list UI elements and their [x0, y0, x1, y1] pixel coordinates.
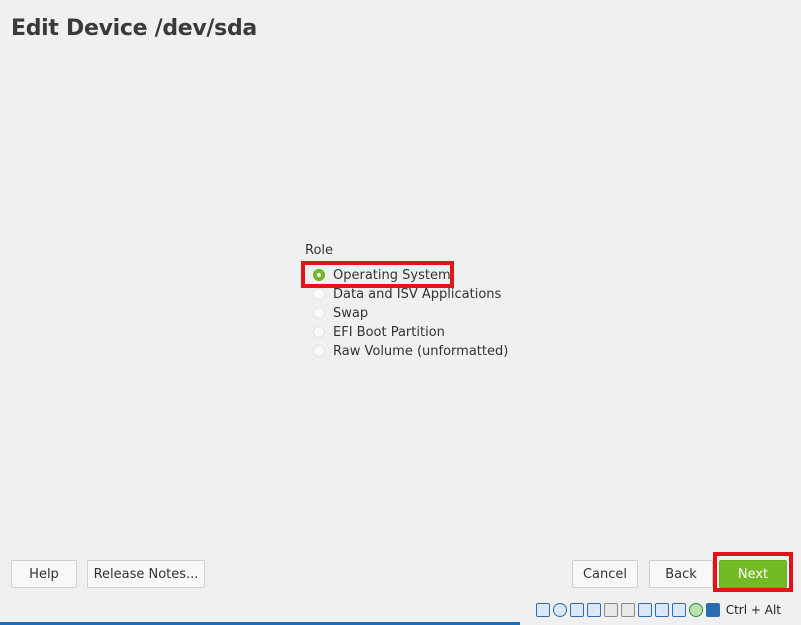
radio-label: Swap — [333, 305, 369, 321]
radio-label: Operating System — [333, 267, 451, 283]
optical-disk-icon[interactable] — [552, 603, 567, 617]
role-label: Role — [305, 243, 334, 258]
display-icon[interactable] — [637, 603, 652, 617]
radio-efi-boot-partition[interactable]: EFI Boot Partition — [313, 323, 445, 341]
radio-data-isv-applications[interactable]: Data and ISV Applications — [313, 285, 501, 303]
radio-button[interactable] — [313, 307, 325, 319]
mouse-integration-icon[interactable] — [688, 603, 703, 617]
shared-folder-icon[interactable] — [620, 603, 635, 617]
radio-button[interactable] — [313, 288, 325, 300]
vm-status-bar: Ctrl + Alt — [0, 600, 801, 625]
download-icon[interactable] — [705, 603, 720, 617]
usb-icon[interactable] — [603, 603, 618, 617]
cancel-button[interactable]: Cancel — [572, 560, 638, 588]
virtualization-icon[interactable] — [671, 603, 686, 617]
radio-label: Data and ISV Applications — [333, 286, 502, 302]
video-capture-icon[interactable] — [654, 603, 669, 617]
hard-disk-icon[interactable] — [535, 603, 550, 617]
radio-swap[interactable]: Swap — [313, 304, 368, 322]
radio-label: EFI Boot Partition — [333, 324, 445, 340]
help-button[interactable]: Help — [11, 560, 77, 588]
host-key-label: Ctrl + Alt — [725, 603, 781, 617]
release-notes-button[interactable]: Release Notes... — [87, 560, 205, 588]
radio-button-checked[interactable] — [313, 269, 325, 281]
radio-raw-volume[interactable]: Raw Volume (unformatted) — [313, 342, 508, 360]
page-title: Edit Device /dev/sda — [11, 16, 257, 41]
radio-button[interactable] — [313, 326, 325, 338]
radio-label: Raw Volume (unformatted) — [333, 343, 509, 359]
audio-icon[interactable] — [569, 603, 584, 617]
radio-operating-system[interactable]: Operating System — [313, 266, 451, 284]
back-button[interactable]: Back — [649, 560, 713, 588]
network-icon[interactable] — [586, 603, 601, 617]
status-tray: Ctrl + Alt — [535, 603, 781, 617]
radio-button[interactable] — [313, 345, 325, 357]
next-button[interactable]: Next — [719, 560, 787, 588]
